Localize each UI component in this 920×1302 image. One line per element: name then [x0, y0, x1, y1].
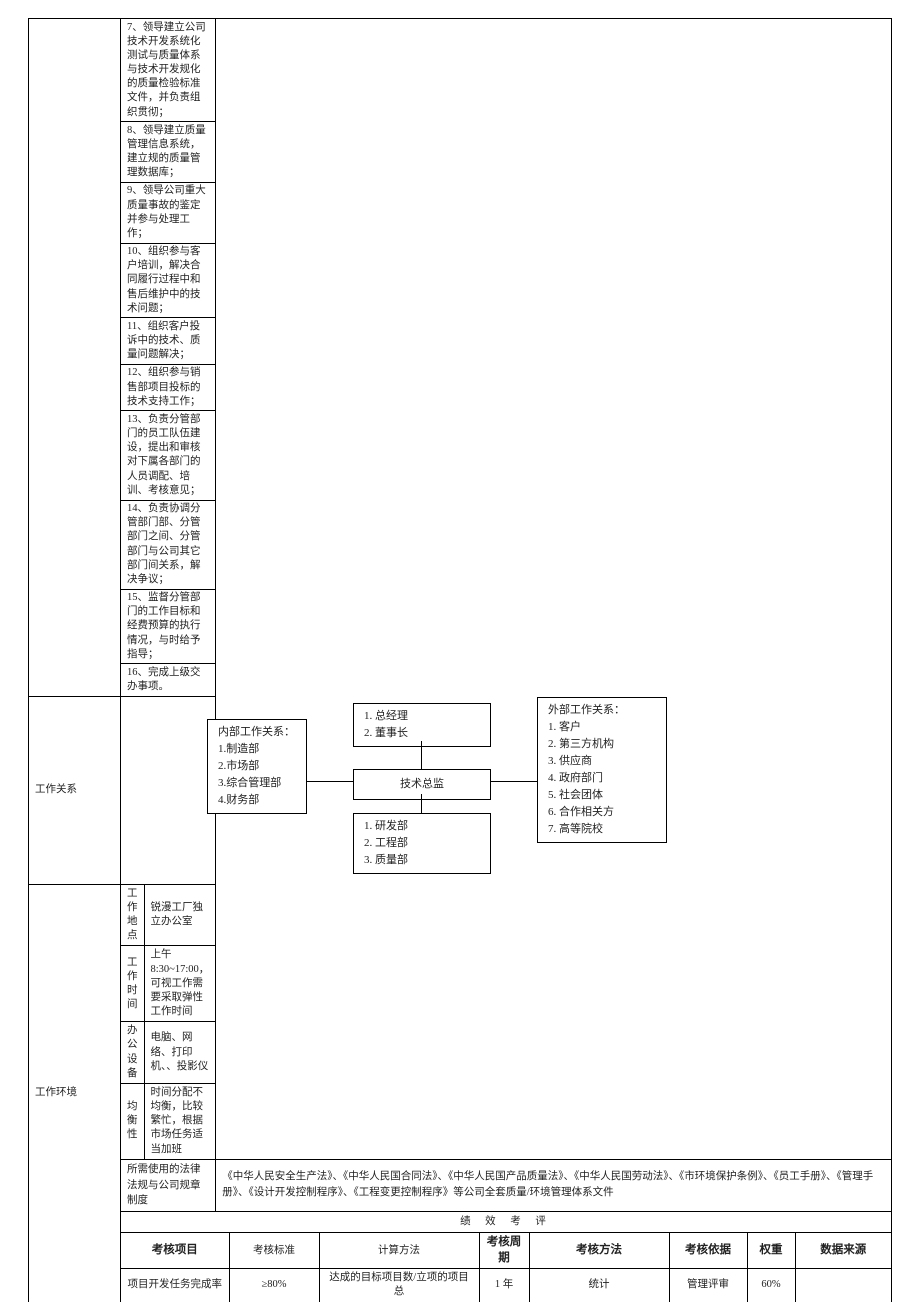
external-items: 1. 客户 2. 第三方机构 3. 供应商 4. 政府部门 5. 社会团体 6.… [548, 719, 656, 838]
duty-9: 9、领导公司重大质量事故的鉴定并参与处理工作； [121, 182, 216, 243]
assess-r1c1: 项目开发任务完成率 [121, 1269, 229, 1302]
external-relations-box: 外部工作关系： 1. 客户 2. 第三方机构 3. 供应商 4. 政府部门 5.… [537, 697, 667, 843]
assess-r1c6: 管理评审 [669, 1269, 747, 1302]
subordinate-box: 1. 研发部 2. 工程部 3. 质量部 [353, 813, 491, 874]
env-bal-label: 均衡性 [121, 1083, 144, 1158]
law-rules-text: 《中华人民安全生产法》、《中华人民国合同法》、《中华人民国产品质量法》、《中华人… [216, 1159, 892, 1211]
assess-r1c5: 统计 [529, 1269, 669, 1302]
law-rules-label: 所需使用的法律法规与公司规章制度 [121, 1159, 216, 1211]
env-bal-val: 时间分配不均衡，比较繁忙，根据市场任务适当加班 [144, 1083, 215, 1158]
internal-items: 1.制造部 2.市场部 3.综合管理部 4.财务部 [218, 741, 296, 809]
relation-diagram: 内部工作关系： 1.制造部 2.市场部 3.综合管理部 4.财务部 1. 总经理… [121, 696, 216, 884]
position-center-box: 技术总监 [353, 769, 491, 800]
duty-15: 15、监督分管部门的工作目标和经费预算的执行情况，与时给予指导； [121, 589, 216, 664]
duty-7: 7、领导建立公司技术开发系统化测试与质量体系与技术开发规化的质量检验标准文件，并… [121, 19, 216, 122]
duty-12: 12、组织参与销售部项目投标的技术支持工作； [121, 364, 216, 411]
connector-line [491, 781, 537, 782]
assess-h7: 权重 [747, 1233, 795, 1269]
env-loc-label: 工作地点 [121, 885, 144, 946]
connector-line [421, 741, 422, 769]
env-time-val: 上午 8:30~17:00，可视工作需要采取弹性工作时间 [144, 946, 215, 1022]
assess-h4: 考核周期 [479, 1233, 529, 1269]
duty-10: 10、组织参与客户培训，解决合同履行过程中和售后维护中的技术问题； [121, 243, 216, 318]
env-equip-val: 电脑、网络、打印机、、投影仪 [144, 1022, 215, 1084]
env-time-label: 工作时间 [121, 946, 144, 1022]
duties-label-col [29, 19, 121, 122]
internal-title: 内部工作关系： [218, 724, 296, 741]
main-document-table: 7、领导建立公司技术开发系统化测试与质量体系与技术开发规化的质量检验标准文件，并… [28, 18, 892, 1302]
assess-r1c4: 1 年 [479, 1269, 529, 1302]
duty-8: 8、领导建立质量管理信息系统，建立规的质量管理数据库； [121, 122, 216, 183]
assess-h3: 计算方法 [319, 1233, 479, 1269]
work-env-label: 工作环境 [29, 884, 121, 1302]
assess-h5: 考核方法 [529, 1233, 669, 1269]
duty-14: 14、负责协调分管部门部、分管部门之间、分管部门与公司其它部门间关系，解决争议； [121, 500, 216, 589]
duty-16: 16、完成上级交办事项。 [121, 664, 216, 696]
connector-line [307, 781, 353, 782]
duty-11: 11、组织客户投诉中的技术、质量问题解决； [121, 318, 216, 365]
assess-r1c8 [795, 1269, 891, 1302]
connector-line [421, 794, 422, 813]
assess-h1: 考核项目 [121, 1233, 229, 1269]
work-relation-label: 工作关系 [29, 696, 121, 884]
performance-section-title: 绩 效 考 评 [121, 1212, 892, 1233]
external-title: 外部工作关系： [548, 702, 656, 719]
assess-h6: 考核依据 [669, 1233, 747, 1269]
env-equip-label: 办公设备 [121, 1022, 144, 1084]
assess-r1c3: 达成的目标项目数/立项的项目总 [319, 1269, 479, 1302]
env-loc-val: 锐漫工厂独立办公室 [144, 885, 215, 946]
internal-relations-box: 内部工作关系： 1.制造部 2.市场部 3.综合管理部 4.财务部 [207, 719, 307, 814]
assess-h8: 数据来源 [795, 1233, 891, 1269]
duty-13: 13、负责分管部门的员工队伍建设，提出和审核对下属各部门的人员调配、培训、考核意… [121, 411, 216, 500]
superior-box: 1. 总经理 2. 董事长 [353, 703, 491, 747]
assess-h2: 考核标准 [229, 1233, 319, 1269]
assess-r1c2: ≥80% [229, 1269, 319, 1302]
assess-r1c7: 60% [747, 1269, 795, 1302]
